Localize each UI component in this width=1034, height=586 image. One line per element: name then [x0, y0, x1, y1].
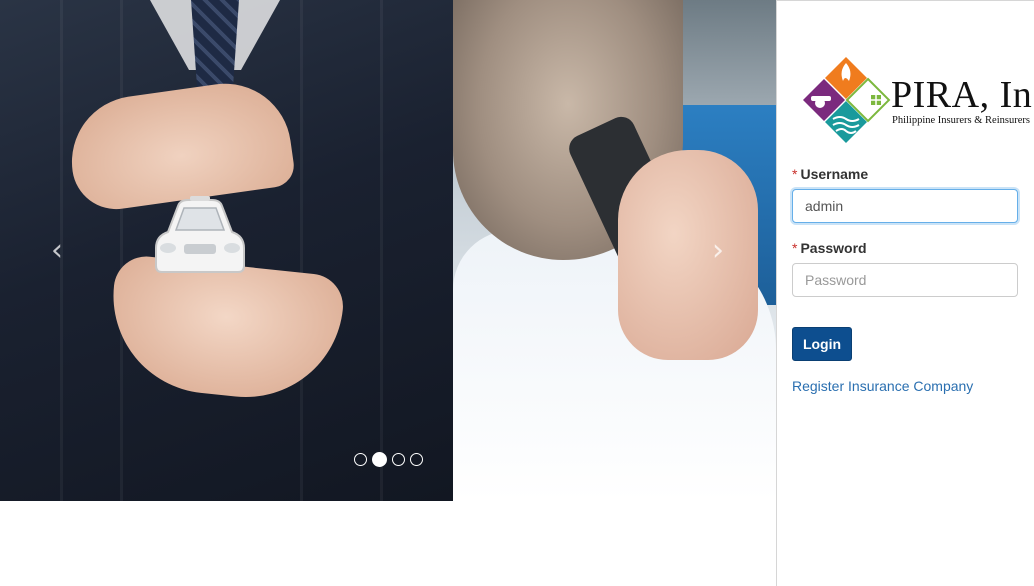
carousel-indicator-1[interactable] — [354, 453, 367, 466]
required-marker: * — [792, 166, 798, 182]
logo-subtitle: Philippine Insurers & Reinsurers — [892, 115, 1030, 126]
username-input[interactable] — [792, 189, 1018, 223]
password-label: * Password — [792, 240, 867, 256]
chevron-left-icon: ‹ — [51, 233, 63, 268]
man-hand — [618, 150, 758, 360]
login-button[interactable]: Login — [792, 327, 852, 361]
image-carousel[interactable]: ‹ › — [0, 0, 776, 501]
logo-name: PIRA, In — [891, 74, 1033, 116]
pira-logo: PIRA, In Philippine Insurers & Reinsurer… — [801, 55, 1034, 147]
carousel-indicator-4[interactable] — [410, 453, 423, 466]
login-page: ‹ › PIRA, In Philippine Insurers & Reins… — [0, 0, 1034, 586]
carousel-indicator-2[interactable] — [372, 452, 387, 467]
required-marker: * — [792, 240, 798, 256]
username-label: * Username — [792, 166, 868, 182]
password-label-text: Password — [800, 240, 867, 256]
register-insurance-company-link[interactable]: Register Insurance Company — [792, 378, 973, 394]
chevron-right-icon: › — [712, 233, 724, 268]
car-icon — [155, 196, 245, 273]
pira-logo-mark — [803, 57, 891, 143]
carousel-prev-button[interactable]: ‹ — [42, 233, 72, 269]
carousel-indicators — [354, 452, 423, 467]
password-input[interactable] — [792, 263, 1018, 297]
carousel-indicator-3[interactable] — [392, 453, 405, 466]
carousel-next-button[interactable]: › — [703, 233, 733, 269]
username-label-text: Username — [800, 166, 869, 182]
login-panel: PIRA, In Philippine Insurers & Reinsurer… — [776, 0, 1034, 586]
